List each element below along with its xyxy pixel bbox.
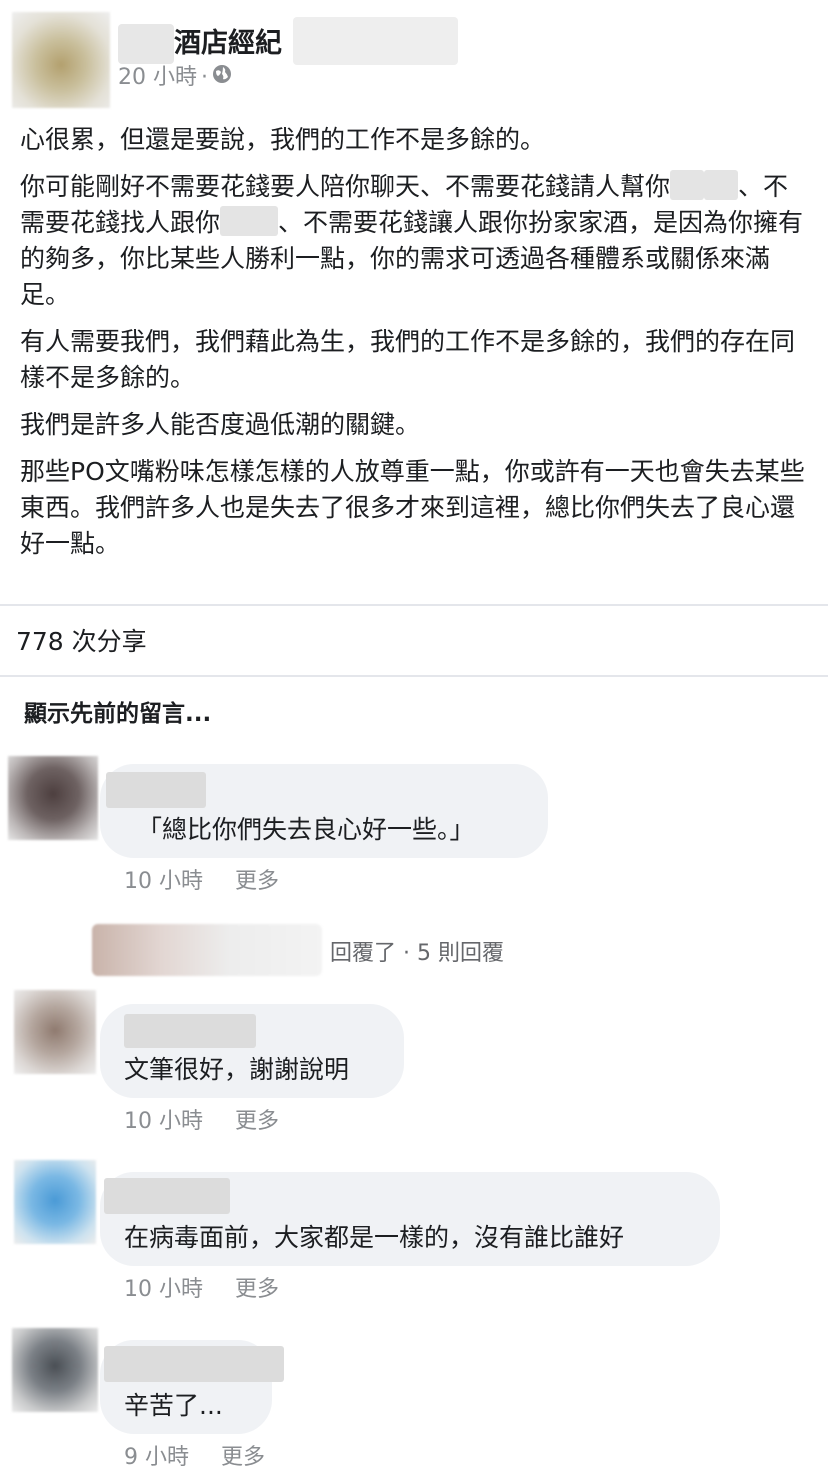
more-link[interactable]: 更多	[235, 1274, 279, 1306]
comment-meta: 9 小時 更多	[124, 1442, 265, 1474]
comment-timestamp[interactable]: 10 小時	[124, 1106, 203, 1138]
post-paragraph: 你可能剛好不需要花錢要人陪你聊天、不需要花錢請人幫你 、不需要花錢找人跟你 、不需要…	[20, 169, 810, 313]
comment-meta: 10 小時 更多	[124, 866, 279, 898]
more-link[interactable]: 更多	[235, 1106, 279, 1138]
post-author-avatar[interactable]	[12, 12, 110, 108]
commenter-avatar[interactable]	[12, 1328, 98, 1412]
comment-text: 文筆很好，謝謝說明	[124, 1055, 350, 1084]
comment-timestamp[interactable]: 10 小時	[124, 1274, 203, 1306]
blurred-replier[interactable]	[92, 924, 322, 976]
more-link[interactable]: 更多	[221, 1442, 265, 1474]
post-author-name[interactable]: 酒店經紀	[174, 24, 282, 64]
blurred-name-part	[118, 24, 174, 64]
post-timestamp[interactable]: 20 小時	[118, 62, 197, 94]
post-paragraph: 那些PO文嘴粉味怎樣怎樣的人放尊重一點，你或許有一天也會失去某些東西。我們許多人…	[20, 457, 805, 558]
blurred-word	[220, 206, 279, 236]
meta-separator: ·	[201, 65, 208, 90]
post-paragraph: 我們是許多人能否度過低潮的關鍵。	[20, 410, 421, 439]
post-meta: 20 小時 ·	[118, 62, 232, 94]
blurred-commenter-name[interactable]	[104, 1346, 284, 1382]
comment-text: 「總比你們失去良心好一些。」	[137, 815, 475, 844]
blurred-commenter-name[interactable]	[106, 772, 206, 808]
divider	[0, 675, 828, 677]
comment-meta: 10 小時 更多	[124, 1106, 279, 1138]
blurred-word	[704, 170, 739, 200]
post-paragraph: 心很累，但還是要說，我們的工作不是多餘的。	[20, 125, 546, 154]
post-body: 心很累，但還是要說，我們的工作不是多餘的。 你可能剛好不需要花錢要人陪你聊天、不…	[20, 122, 810, 573]
comment-meta: 10 小時 更多	[124, 1274, 279, 1306]
comment-text: 在病毒面前，大家都是一樣的，沒有誰比誰好	[124, 1223, 625, 1252]
globe-icon	[212, 62, 232, 94]
blurred-name-part	[293, 17, 458, 65]
share-count[interactable]: 778 次分享	[16, 622, 147, 662]
post-text-segment: 你可能剛好不需要花錢要人陪你聊天、不需要花錢請人幫你	[20, 172, 671, 201]
more-link[interactable]: 更多	[235, 866, 279, 898]
commenter-avatar[interactable]	[8, 756, 98, 840]
post-paragraph: 有人需要我們，我們藉此為生，我們的工作不是多餘的，我們的存在同樣不是多餘的。	[20, 327, 796, 392]
commenter-avatar[interactable]	[14, 1160, 96, 1244]
blurred-commenter-name[interactable]	[124, 1014, 256, 1048]
comment-timestamp[interactable]: 9 小時	[124, 1442, 189, 1474]
commenter-avatar[interactable]	[14, 990, 96, 1074]
comment-text: 辛苦了...	[124, 1391, 223, 1420]
comment-timestamp[interactable]: 10 小時	[124, 866, 203, 898]
show-previous-comments-link[interactable]: 顯示先前的留言...	[24, 696, 211, 732]
blurred-commenter-name[interactable]	[104, 1178, 230, 1214]
view-replies-link[interactable]: 回覆了 · 5 則回覆	[330, 938, 504, 970]
divider	[0, 604, 828, 606]
blurred-word	[670, 170, 705, 200]
